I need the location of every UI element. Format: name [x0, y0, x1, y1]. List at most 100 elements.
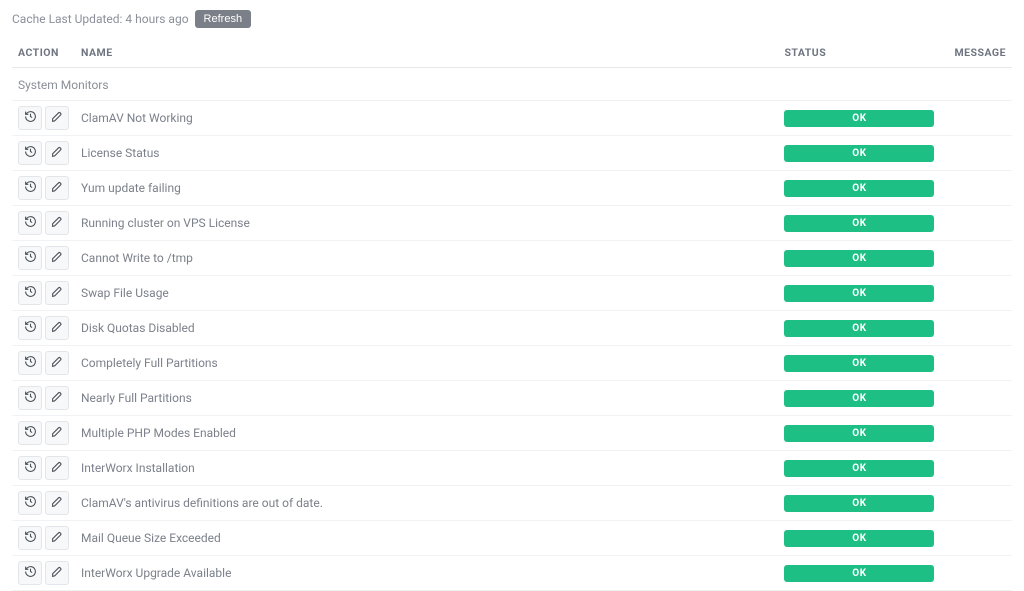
- section-row: System Monitors: [12, 68, 1012, 101]
- edit-button[interactable]: [45, 141, 69, 165]
- status-badge: OK: [784, 565, 934, 582]
- status-badge: OK: [784, 215, 934, 232]
- monitors-table: ACTION NAME STATUS MESSAGE System Monito…: [12, 38, 1012, 591]
- edit-button[interactable]: [45, 561, 69, 585]
- action-cell: [12, 206, 75, 241]
- status-badge: OK: [784, 285, 934, 302]
- col-header-name: NAME: [75, 38, 778, 68]
- history-button[interactable]: [18, 141, 42, 165]
- table-row: Mail Queue Size Exceeded OK: [12, 521, 1012, 556]
- edit-button[interactable]: [45, 491, 69, 515]
- edit-button[interactable]: [45, 456, 69, 480]
- edit-button[interactable]: [45, 526, 69, 550]
- monitor-name: License Status: [75, 136, 778, 171]
- status-cell: OK: [778, 241, 948, 276]
- pencil-icon: [51, 495, 64, 512]
- history-button[interactable]: [18, 176, 42, 200]
- monitor-name: Swap File Usage: [75, 276, 778, 311]
- message-cell: [948, 486, 1012, 521]
- status-cell: OK: [778, 206, 948, 241]
- edit-button[interactable]: [45, 281, 69, 305]
- message-cell: [948, 241, 1012, 276]
- monitor-name: InterWorx Installation: [75, 451, 778, 486]
- edit-button[interactable]: [45, 386, 69, 410]
- monitor-name: InterWorx Upgrade Available: [75, 556, 778, 591]
- table-row: Completely Full Partitions OK: [12, 346, 1012, 381]
- history-button[interactable]: [18, 421, 42, 445]
- table-row: Yum update failingOK: [12, 171, 1012, 206]
- history-button[interactable]: [18, 456, 42, 480]
- monitor-name: Cannot Write to /tmp: [75, 241, 778, 276]
- pencil-icon: [51, 565, 64, 582]
- pencil-icon: [51, 250, 64, 267]
- pencil-icon: [51, 320, 64, 337]
- edit-button[interactable]: [45, 316, 69, 340]
- message-cell: [948, 381, 1012, 416]
- history-button[interactable]: [18, 316, 42, 340]
- action-cell: [12, 486, 75, 521]
- history-button[interactable]: [18, 246, 42, 270]
- monitor-name: Completely Full Partitions: [75, 346, 778, 381]
- history-icon: [24, 495, 37, 512]
- status-cell: OK: [778, 451, 948, 486]
- table-row: Swap File Usage OK: [12, 276, 1012, 311]
- history-icon: [24, 285, 37, 302]
- monitor-name: Running cluster on VPS License: [75, 206, 778, 241]
- status-cell: OK: [778, 276, 948, 311]
- history-icon: [24, 460, 37, 477]
- message-cell: [948, 346, 1012, 381]
- edit-button[interactable]: [45, 421, 69, 445]
- action-cell: [12, 241, 75, 276]
- history-button[interactable]: [18, 211, 42, 235]
- col-header-action: ACTION: [12, 38, 75, 68]
- edit-button[interactable]: [45, 211, 69, 235]
- message-cell: [948, 451, 1012, 486]
- status-cell: OK: [778, 346, 948, 381]
- history-icon: [24, 180, 37, 197]
- edit-button[interactable]: [45, 351, 69, 375]
- history-button[interactable]: [18, 281, 42, 305]
- monitor-name: ClamAV Not Working: [75, 101, 778, 136]
- monitor-name: Mail Queue Size Exceeded: [75, 521, 778, 556]
- action-cell: [12, 556, 75, 591]
- table-row: Nearly Full PartitionsOK: [12, 381, 1012, 416]
- refresh-button[interactable]: Refresh: [195, 10, 252, 28]
- status-cell: OK: [778, 311, 948, 346]
- status-badge: OK: [784, 145, 934, 162]
- history-button[interactable]: [18, 106, 42, 130]
- action-cell: [12, 521, 75, 556]
- table-row: InterWorx Upgrade Available OK: [12, 556, 1012, 591]
- monitor-name: ClamAV's antivirus definitions are out o…: [75, 486, 778, 521]
- edit-button[interactable]: [45, 176, 69, 200]
- status-badge: OK: [784, 425, 934, 442]
- status-badge: OK: [784, 355, 934, 372]
- edit-button[interactable]: [45, 106, 69, 130]
- status-cell: OK: [778, 101, 948, 136]
- message-cell: [948, 276, 1012, 311]
- history-button[interactable]: [18, 386, 42, 410]
- history-button[interactable]: [18, 526, 42, 550]
- history-button[interactable]: [18, 491, 42, 515]
- history-button[interactable]: [18, 561, 42, 585]
- action-cell: [12, 346, 75, 381]
- message-cell: [948, 521, 1012, 556]
- status-badge: OK: [784, 250, 934, 267]
- cache-status-line: Cache Last Updated: 4 hours ago Refresh: [12, 10, 1012, 28]
- message-cell: [948, 171, 1012, 206]
- edit-button[interactable]: [45, 246, 69, 270]
- message-cell: [948, 136, 1012, 171]
- table-row: ClamAV Not WorkingOK: [12, 101, 1012, 136]
- status-badge: OK: [784, 530, 934, 547]
- section-title: System Monitors: [12, 68, 1012, 101]
- pencil-icon: [51, 110, 64, 127]
- table-row: Multiple PHP Modes Enabled OK: [12, 416, 1012, 451]
- pencil-icon: [51, 285, 64, 302]
- cache-updated-text: Cache Last Updated: 4 hours ago: [12, 12, 189, 26]
- history-button[interactable]: [18, 351, 42, 375]
- message-cell: [948, 416, 1012, 451]
- monitor-name: Multiple PHP Modes Enabled: [75, 416, 778, 451]
- status-cell: OK: [778, 136, 948, 171]
- status-cell: OK: [778, 486, 948, 521]
- status-badge: OK: [784, 390, 934, 407]
- history-icon: [24, 250, 37, 267]
